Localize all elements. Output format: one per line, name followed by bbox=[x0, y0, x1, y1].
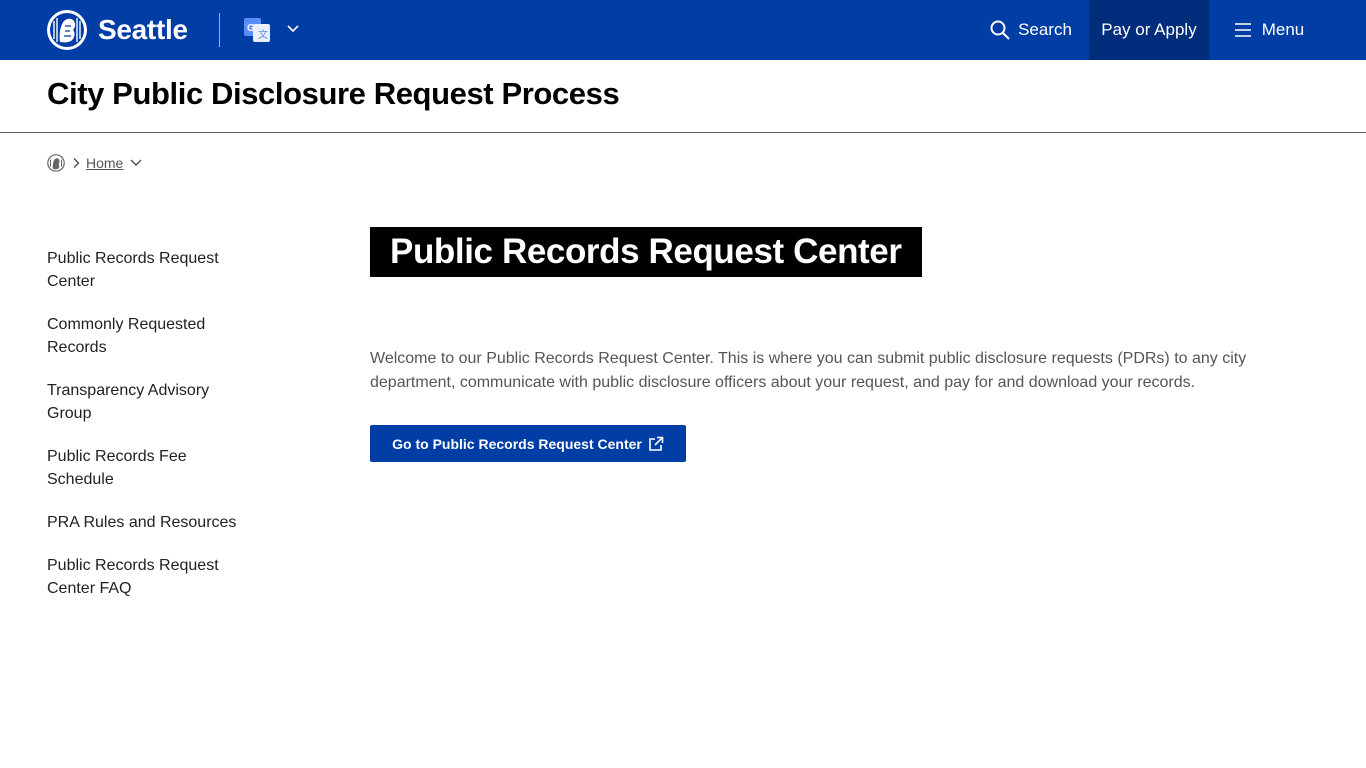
menu-label: Menu bbox=[1261, 20, 1305, 39]
sidebar-item-public-records-request-center[interactable]: Public Records Request Center bbox=[47, 247, 247, 293]
pay-or-apply-button[interactable]: Pay or Apply bbox=[1089, 0, 1209, 60]
sidebar-navigation: Public Records Request Center Commonly R… bbox=[47, 247, 247, 620]
sidebar-item-transparency-advisory-group[interactable]: Transparency Advisory Group bbox=[47, 379, 247, 425]
menu-button[interactable]: Menu bbox=[1209, 0, 1329, 60]
brand-name: Seattle bbox=[98, 14, 188, 45]
page-header: City Public Disclosure Request Process bbox=[0, 60, 1366, 133]
sidebar-item-public-records-fee-schedule[interactable]: Public Records Fee Schedule bbox=[47, 445, 247, 491]
main-content: Public Records Request Center Welcome to… bbox=[370, 227, 1310, 462]
seattle-logo-link[interactable]: Seattle bbox=[46, 9, 188, 51]
header-divider bbox=[219, 13, 220, 47]
external-link-icon bbox=[649, 436, 664, 451]
breadcrumb-home-link[interactable]: Home bbox=[86, 155, 123, 171]
svg-text:文: 文 bbox=[258, 28, 268, 41]
breadcrumb: Home bbox=[47, 153, 143, 173]
top-navigation-bar: Seattle G 文 Search Pay or Apply Menu bbox=[0, 0, 1366, 60]
sidebar-item-public-records-request-center-faq[interactable]: Public Records Request Center FAQ bbox=[47, 554, 247, 600]
page-title: City Public Disclosure Request Process bbox=[47, 76, 620, 111]
hamburger-icon bbox=[1234, 23, 1251, 37]
chevron-down-icon[interactable] bbox=[129, 158, 143, 168]
seattle-seal-icon[interactable] bbox=[47, 154, 65, 172]
sidebar-item-commonly-requested-records[interactable]: Commonly Requested Records bbox=[47, 313, 247, 359]
chevron-right-icon bbox=[73, 158, 80, 168]
search-icon bbox=[990, 20, 1010, 40]
cta-label: Go to Public Records Request Center bbox=[392, 435, 642, 452]
pay-or-apply-label: Pay or Apply bbox=[1101, 20, 1197, 39]
svg-text:G: G bbox=[247, 23, 255, 34]
search-label: Search bbox=[1018, 20, 1072, 39]
translate-button[interactable]: G 文 bbox=[244, 17, 306, 43]
sidebar-item-pra-rules-and-resources[interactable]: PRA Rules and Resources bbox=[47, 511, 247, 534]
translate-icon: G 文 bbox=[244, 18, 270, 42]
section-heading: Public Records Request Center bbox=[370, 227, 922, 277]
search-button[interactable]: Search bbox=[974, 0, 1088, 60]
intro-paragraph: Welcome to our Public Records Request Ce… bbox=[370, 350, 1247, 391]
seattle-seal-icon bbox=[47, 10, 87, 50]
chevron-down-icon bbox=[287, 25, 299, 33]
go-to-request-center-button[interactable]: Go to Public Records Request Center bbox=[370, 425, 686, 462]
